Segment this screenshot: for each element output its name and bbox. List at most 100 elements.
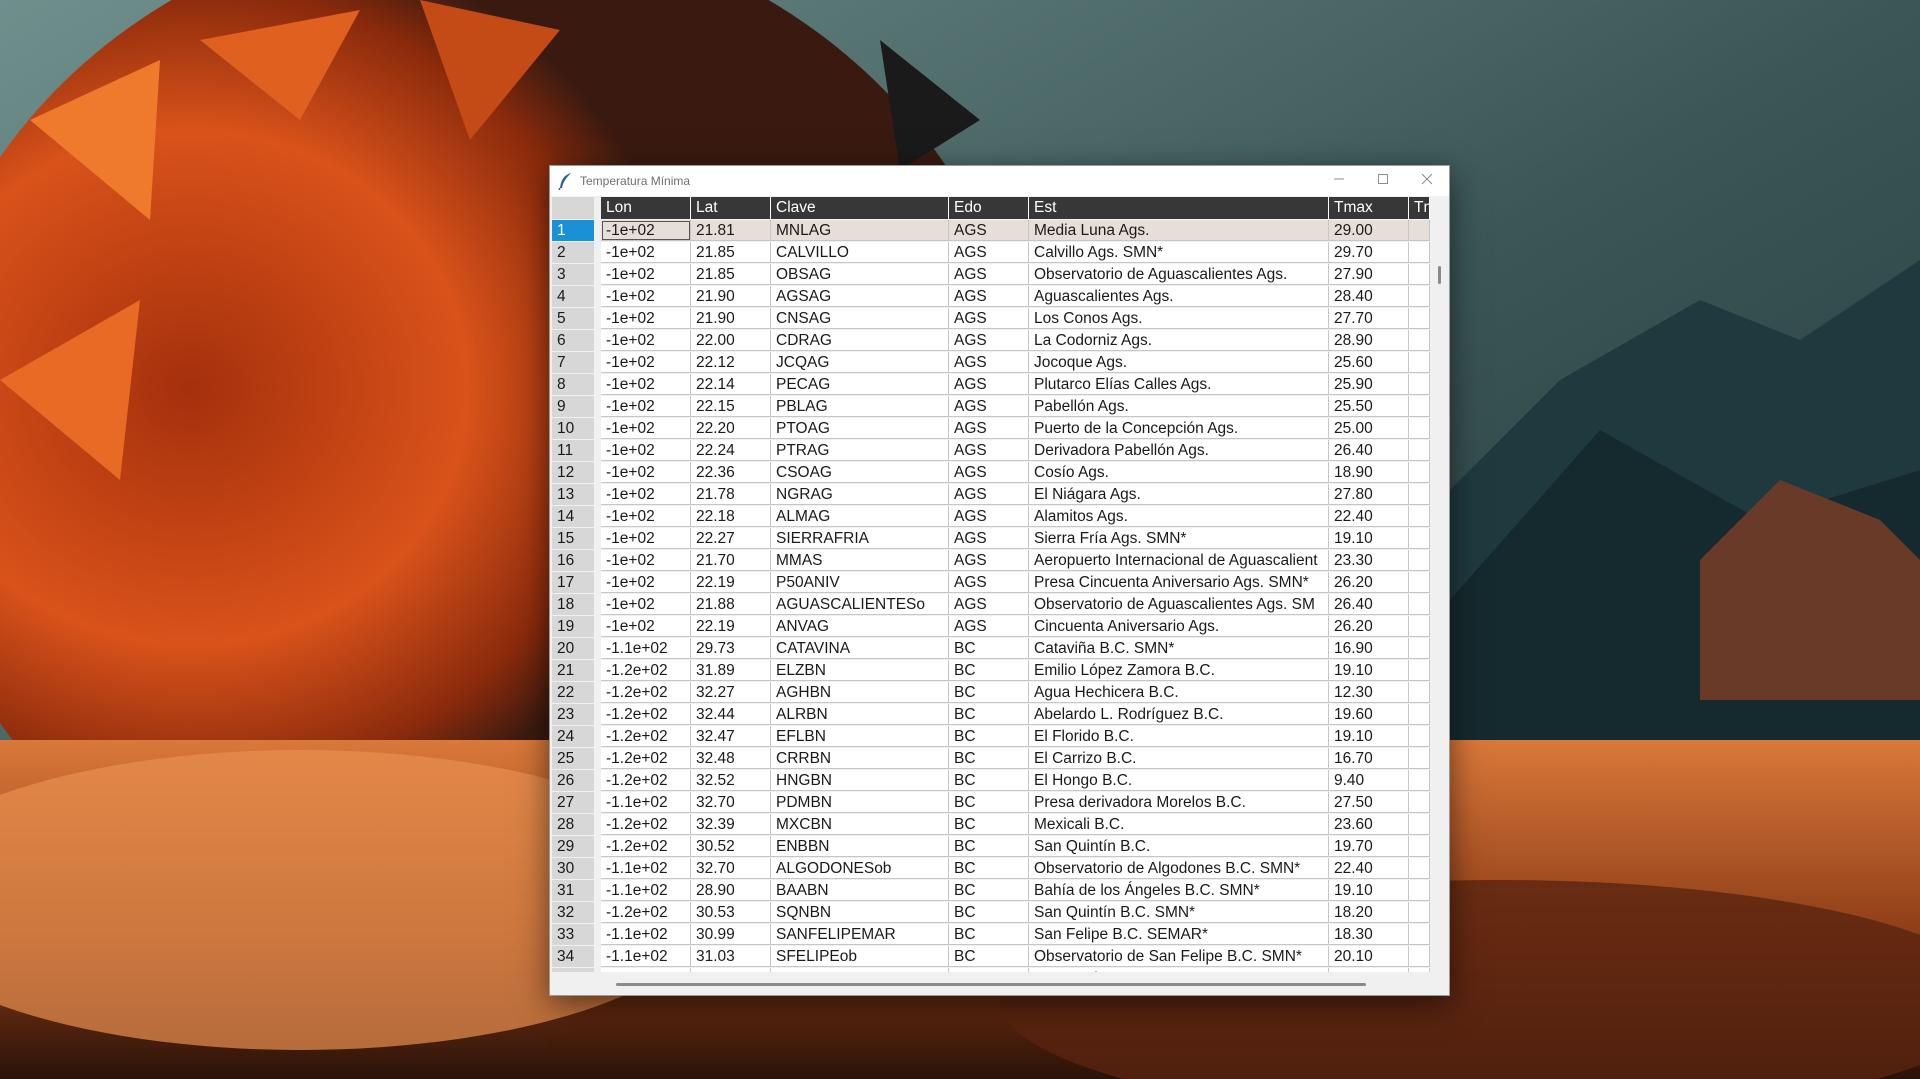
cell-clave[interactable]: JCQAG <box>771 352 949 373</box>
cell-clave[interactable]: NGRAG <box>771 484 949 505</box>
table-row[interactable]: 12 -1e+02 22.36 CSOAG AGS Cosío Ags. 18.90 <box>550 462 1430 484</box>
cell-tmin[interactable] <box>1409 286 1430 307</box>
cell-clave[interactable]: SFELIPEob <box>771 946 949 967</box>
row-index[interactable]: 23 <box>552 704 594 725</box>
table-row[interactable]: 27 -1.1e+02 32.70 PDMBN BC Presa derivadora M… <box>550 792 1430 814</box>
cell-lat[interactable]: 30.53 <box>691 902 771 923</box>
cell-est[interactable]: Presa Cincuenta Aniversario Ags. SMN* <box>1029 572 1329 593</box>
cell-lon[interactable]: -1.2e+02 <box>601 814 691 835</box>
close-button[interactable] <box>1405 166 1449 196</box>
row-index[interactable]: 32 <box>552 902 594 923</box>
cell-lon[interactable]: -1.2e+02 <box>601 704 691 725</box>
cell-lon[interactable]: -1e+02 <box>601 396 691 417</box>
cell-tmax[interactable]: 19.10 <box>1329 528 1409 549</box>
table-row[interactable]: 8 -1e+02 22.14 PECAG AGS Plutarco Elías Calle… <box>550 374 1430 396</box>
cell-tmin[interactable] <box>1409 814 1430 835</box>
vertical-scrollbar[interactable] <box>1430 196 1449 995</box>
table-row[interactable]: 14 -1e+02 22.18 ALMAG AGS Alamitos Ags. 22.40 <box>550 506 1430 528</box>
cell-lat[interactable]: 32.47 <box>691 726 771 747</box>
cell-clave[interactable]: EFLBN <box>771 726 949 747</box>
row-index[interactable]: 11 <box>552 440 594 461</box>
cell-est[interactable]: Abelardo L. Rodríguez B.C. <box>1029 704 1329 725</box>
cell-tmax[interactable]: 26.20 <box>1329 572 1409 593</box>
cell-clave[interactable]: AGUASCALIENTESo <box>771 594 949 615</box>
cell-lat[interactable]: 22.12 <box>691 352 771 373</box>
table-row[interactable]: 17 -1e+02 22.19 P50ANIV AGS Presa Cincuenta A… <box>550 572 1430 594</box>
cell-est[interactable]: Emilio López Zamora B.C. <box>1029 660 1329 681</box>
cell-edo[interactable]: AGS <box>949 550 1029 571</box>
cell-lat[interactable]: 21.85 <box>691 242 771 263</box>
cell-tmin[interactable] <box>1409 968 1430 972</box>
cell-tmax[interactable]: 9.40 <box>1329 770 1409 791</box>
column-header-lat[interactable]: Lat <box>691 197 771 219</box>
cell-lon[interactable]: -1e+02 <box>601 308 691 329</box>
cell-lat[interactable]: 22.20 <box>691 418 771 439</box>
cell-lat[interactable]: 22.24 <box>691 440 771 461</box>
cell-est[interactable]: Alamitos Ags. <box>1029 506 1329 527</box>
cell-lat[interactable]: 32.70 <box>691 858 771 879</box>
table-row[interactable]: 28 -1.2e+02 32.39 MXCBN BC Mexicali B.C. 23.60 <box>550 814 1430 836</box>
row-index[interactable]: 33 <box>552 924 594 945</box>
cell-lon[interactable]: -1.2e+02 <box>601 726 691 747</box>
cell-lon[interactable]: -1.1e+02 <box>601 858 691 879</box>
cell-lon[interactable]: -1e+02 <box>601 352 691 373</box>
cell-clave[interactable]: ENBBN <box>771 836 949 857</box>
cell-clave[interactable]: CATAVINA <box>771 638 949 659</box>
cell-tmax[interactable]: 25.60 <box>1329 352 1409 373</box>
cell-est[interactable]: Observatorio de Aguascalientes Ags. <box>1029 264 1329 285</box>
cell-lat[interactable]: 22.18 <box>691 506 771 527</box>
cell-lat[interactable]: 22.14 <box>691 374 771 395</box>
cell-edo[interactable]: BC <box>949 792 1029 813</box>
table-row[interactable]: 2 -1e+02 21.85 CALVILLO AGS Calvillo Ags. SMN… <box>550 242 1430 264</box>
column-header-est[interactable]: Est <box>1029 197 1329 219</box>
table-row[interactable]: 34 -1.1e+02 31.03 SFELIPEob BC Observatorio d… <box>550 946 1430 968</box>
cell-clave[interactable]: OBSAG <box>771 264 949 285</box>
cell-est[interactable]: Punta Prieta B.C. <box>1029 968 1329 972</box>
cell-tmax[interactable]: 27.90 <box>1329 264 1409 285</box>
cell-clave[interactable]: CALVILLO <box>771 242 949 263</box>
cell-est[interactable]: El Hongo B.C. <box>1029 770 1329 791</box>
cell-clave[interactable]: MXCBN <box>771 814 949 835</box>
cell-tmax[interactable]: 25.90 <box>1329 374 1409 395</box>
cell-edo[interactable]: AGS <box>949 352 1029 373</box>
cell-tmax[interactable]: 28.40 <box>1329 286 1409 307</box>
horizontal-scroll-thumb[interactable] <box>616 983 1366 986</box>
cell-est[interactable]: Bahía de los Ángeles B.C. SMN* <box>1029 880 1329 901</box>
table-row[interactable]: 35 -1.2e+0231.78PTPBNBCPunta Prieta B.C.1… <box>550 968 1430 972</box>
cell-tmin[interactable] <box>1409 396 1430 417</box>
cell-clave[interactable]: SQNBN <box>771 902 949 923</box>
cell-lon[interactable]: -1e+02 <box>601 594 691 615</box>
cell-lat[interactable]: 21.88 <box>691 594 771 615</box>
cell-tmax[interactable]: 25.50 <box>1329 396 1409 417</box>
table-row[interactable]: 15 -1e+02 22.27 SIERRAFRIA AGS Sierra Fría Ag… <box>550 528 1430 550</box>
cell-est[interactable]: Calvillo Ags. SMN* <box>1029 242 1329 263</box>
cell-edo[interactable]: AGS <box>949 440 1029 461</box>
cell-tmax[interactable]: 28.90 <box>1329 330 1409 351</box>
cell-est[interactable]: Puerto de la Concepción Ags. <box>1029 418 1329 439</box>
cell-tmax[interactable]: 25.00 <box>1329 418 1409 439</box>
cell-est[interactable]: Presa derivadora Morelos B.C. <box>1029 792 1329 813</box>
row-index[interactable]: 14 <box>552 506 594 527</box>
cell-tmin[interactable] <box>1409 506 1430 527</box>
cell-edo[interactable]: AGS <box>949 616 1029 637</box>
cell-lon[interactable]: -1e+02 <box>601 506 691 527</box>
table-row[interactable]: 3 -1e+02 21.85 OBSAG AGS Observatorio de Agua… <box>550 264 1430 286</box>
cell-lat[interactable]: 22.15 <box>691 396 771 417</box>
cell-lat[interactable]: 28.90 <box>691 880 771 901</box>
table-row[interactable]: 29 -1.2e+02 30.52 ENBBN BC San Quintín B.C. 19… <box>550 836 1430 858</box>
cell-edo[interactable]: AGS <box>949 506 1029 527</box>
cell-lat[interactable]: 31.03 <box>691 946 771 967</box>
cell-tmax[interactable]: 22.40 <box>1329 506 1409 527</box>
cell-tmax[interactable]: 18.20 <box>1329 902 1409 923</box>
cell-lat[interactable]: 29.73 <box>691 638 771 659</box>
row-index[interactable]: 22 <box>552 682 594 703</box>
cell-lon[interactable]: -1e+02 <box>601 572 691 593</box>
row-index[interactable]: 17 <box>552 572 594 593</box>
cell-lon[interactable]: -1.1e+02 <box>601 880 691 901</box>
row-index[interactable]: 9 <box>552 396 594 417</box>
cell-edo[interactable]: AGS <box>949 462 1029 483</box>
cell-tmin[interactable] <box>1409 638 1430 659</box>
cell-tmin[interactable] <box>1409 946 1430 967</box>
row-index[interactable]: 34 <box>552 946 594 967</box>
cell-tmax[interactable]: 26.40 <box>1329 594 1409 615</box>
